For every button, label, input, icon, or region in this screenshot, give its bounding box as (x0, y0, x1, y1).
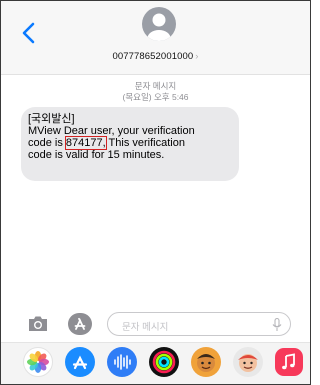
music-app[interactable] (275, 348, 303, 376)
composer-bar: 문자 메시지 (1, 304, 310, 344)
incoming-message-bubble[interactable]: [국외발신] MView Dear user, your verificatio… (21, 107, 239, 181)
contact-number: 007778652001000 (112, 51, 194, 62)
app-store-app-icon (72, 355, 88, 370)
message-line-1: [국외발신] (28, 113, 75, 125)
message-type-label: 문자 메시지 (134, 81, 177, 91)
message-input-placeholder: 문자 메시지 (122, 322, 169, 333)
app-store-icon (68, 313, 92, 335)
person-icon (147, 13, 171, 41)
message-line-3-suffix: This verification (105, 137, 185, 149)
photos-app[interactable] (23, 347, 53, 377)
audio-message-app[interactable] (107, 347, 137, 377)
conversation-header: 007778652001000 › (1, 1, 310, 75)
avatar[interactable] (142, 7, 176, 41)
back-button[interactable] (19, 21, 39, 45)
messages-screen: 007778652001000 › 문자 메시지 (목요일) 오후 5:46 [국… (0, 0, 311, 385)
verification-code-highlight: 874177, (64, 136, 107, 150)
message-line-2: MView Dear user, your verification (28, 125, 195, 137)
sticker-face-icon (238, 354, 258, 372)
memoji-face-icon (197, 354, 215, 372)
app-store-button[interactable] (67, 312, 93, 336)
photos-icon (27, 351, 49, 373)
message-input[interactable]: 문자 메시지 (107, 312, 291, 336)
memoji-app[interactable] (191, 347, 221, 377)
app-store-app[interactable] (65, 347, 95, 377)
activity-app[interactable] (149, 347, 179, 377)
waveform-icon (114, 354, 131, 370)
music-note-icon (282, 353, 295, 370)
memoji-stickers-app[interactable] (233, 347, 263, 377)
activity-rings-icon (152, 350, 176, 374)
camera-button[interactable] (27, 315, 49, 333)
message-meta: 문자 메시지 (목요일) 오후 5:46 (1, 81, 310, 103)
chevron-left-icon (22, 22, 35, 44)
message-line-3: code is 874177, This verification (28, 136, 232, 150)
app-drawer (1, 342, 310, 384)
microphone-icon[interactable] (272, 318, 282, 332)
message-timestamp: (목요일) 오후 5:46 (122, 92, 189, 102)
contact-name-row[interactable]: 007778652001000 › (1, 51, 310, 62)
camera-icon (29, 316, 47, 331)
chevron-right-icon: › (195, 51, 199, 62)
message-line-4: code is valid for 15 minutes. (28, 149, 165, 161)
message-line-3-prefix: code is (28, 137, 66, 149)
